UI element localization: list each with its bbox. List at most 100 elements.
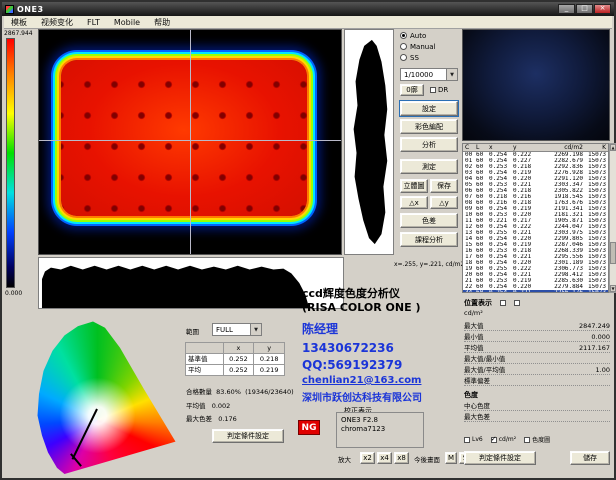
crosshair-vertical xyxy=(190,30,191,254)
cie-white-point xyxy=(30,320,180,474)
judge-condition-button-left[interactable]: 判定條件設定 xyxy=(212,429,284,443)
stat-row: 最大色差 xyxy=(464,411,610,422)
measurement-table-rows: 00600.2540.2222269.1981507301600.2540.22… xyxy=(463,152,608,293)
contour-button[interactable]: 0廓 xyxy=(400,84,424,96)
contact-qq: QQ:569192379 xyxy=(302,358,422,372)
stats-unit-label: cd/m² xyxy=(464,309,610,320)
position-option-checkbox-2[interactable] xyxy=(514,300,520,306)
calibration-box: ONE3 F2.8 chroma7123 xyxy=(336,412,424,448)
menu-item-video-change[interactable]: 视频变化 xyxy=(34,16,80,28)
table-header: C L x y cd/m2 K xyxy=(463,144,608,152)
camera-preview-image xyxy=(462,29,610,141)
position-option-checkbox-1[interactable] xyxy=(500,300,506,306)
cdm2-checkbox[interactable]: cd/m² xyxy=(491,436,516,443)
screen-m-button[interactable]: M xyxy=(445,452,457,464)
scroll-down-icon[interactable]: ▼ xyxy=(610,285,616,292)
horizontal-profile-panel xyxy=(38,257,344,309)
contact-email: chenlian21@163.com xyxy=(302,375,422,386)
contact-product-name: ccd辉度色度分析仪 xyxy=(302,285,422,301)
contact-phone: 13430672236 xyxy=(302,341,422,355)
color-scale-bar xyxy=(6,38,15,288)
reference-table: x y 基準值 0.252 0.218 平均 0.252 0.219 xyxy=(185,342,285,376)
table-row[interactable]: 34600.2540.2212256.17615073 xyxy=(463,290,608,293)
app-icon xyxy=(5,5,14,14)
colorbar-max-label: 2867.944 xyxy=(4,30,33,37)
judge-condition-button-right[interactable]: 判定條件設定 xyxy=(464,451,536,465)
solid-view-button[interactable]: 立體圖 xyxy=(400,179,428,193)
chevron-down-icon: ▼ xyxy=(250,324,261,335)
mean-line: 平均值 0.002 xyxy=(186,400,230,410)
close-button[interactable]: × xyxy=(594,4,611,14)
store-button[interactable]: 儲存 xyxy=(570,451,610,465)
contact-product-model: (RISA COLOR ONE ) xyxy=(302,301,422,314)
course-analysis-button[interactable]: 課程分析 xyxy=(400,232,458,247)
ref-col-y: y xyxy=(254,343,285,354)
stat-row: 中心色度 xyxy=(464,400,610,411)
dr-checkbox[interactable]: DR xyxy=(430,86,448,94)
chevron-down-icon: ▼ xyxy=(446,69,457,80)
ng-status-badge: NG xyxy=(298,420,320,435)
stat-row: 最小值0.000 xyxy=(464,331,610,342)
contact-overlay: ccd辉度色度分析仪 (RISA COLOR ONE ) 陈经理 1343067… xyxy=(302,285,422,404)
scrollbar-thumb[interactable] xyxy=(610,242,616,264)
avg-y-value: 0.219 xyxy=(254,365,285,376)
zoom-x8-button[interactable]: x8 xyxy=(394,452,409,464)
maximize-button[interactable]: □ xyxy=(576,4,593,14)
ref-x-value: 0.252 xyxy=(224,354,255,365)
lv6-checkbox[interactable]: Lv6 xyxy=(464,436,483,443)
horizontal-profile-plot xyxy=(39,258,343,308)
contact-company: 深圳市跃创达科技有限公司 xyxy=(302,389,422,404)
scroll-up-icon[interactable]: ▲ xyxy=(610,144,616,151)
table-scrollbar[interactable]: ▲ ▼ xyxy=(609,143,616,293)
stat-row: 標準偏差 xyxy=(464,375,610,386)
delta-x-button[interactable]: △x xyxy=(400,196,428,209)
menu-bar: 模板 视频变化 FLT Mobile 帮助 xyxy=(4,16,612,29)
crosshair-horizontal xyxy=(39,140,341,141)
radio-auto-dot xyxy=(400,32,407,39)
stats-list: 最大值2847.249最小值0.000平均值2117.167最大值/最小值最大值… xyxy=(464,320,610,386)
minimize-button[interactable]: _ xyxy=(558,4,575,14)
scale-dropdown[interactable]: 1/10000 ▼ xyxy=(400,68,458,81)
colorbar-min-label: 0.000 xyxy=(5,290,22,297)
stat-row: 平均值2117.167 xyxy=(464,342,610,353)
chroma-stats-list: 中心色度最大色差 xyxy=(464,400,610,422)
stat-row: 最大值2847.249 xyxy=(464,320,610,331)
delta-y-button[interactable]: △y xyxy=(430,196,458,209)
window-title: ONE3 xyxy=(17,5,44,14)
zoom-x2-button[interactable]: x2 xyxy=(360,452,375,464)
analyze-button[interactable]: 分析 xyxy=(400,137,458,152)
chroma-map-checkbox[interactable]: 色度圖 xyxy=(524,435,550,444)
ref-col-x: x xyxy=(224,343,255,354)
menu-item-help[interactable]: 帮助 xyxy=(147,16,177,28)
save-view-button[interactable]: 保存 xyxy=(430,179,458,193)
thermal-image-view[interactable] xyxy=(38,29,342,255)
maxdiff-value: 0.176 xyxy=(218,415,237,423)
ref-y-value: 0.218 xyxy=(254,354,285,365)
vertical-profile-panel xyxy=(344,29,394,255)
pass-percent: 83.60% xyxy=(216,388,241,396)
measure-button[interactable]: 測定 xyxy=(400,159,458,174)
screen-mode-label: 今後畫面 xyxy=(414,454,440,464)
pass-detail: (19346/23640) xyxy=(245,388,294,396)
title-bar: ONE3 _ □ × xyxy=(2,2,614,16)
set-button[interactable]: 設定 xyxy=(400,101,458,116)
color-diff-button[interactable]: 色差 xyxy=(400,213,458,228)
app-window: ONE3 _ □ × 模板 视频变化 FLT Mobile 帮助 2867.94… xyxy=(0,0,616,480)
pass-count-line: 合格數量 83.60% (19346/23640) xyxy=(186,386,294,396)
menu-item-flt[interactable]: FLT xyxy=(80,16,107,28)
range-dropdown[interactable]: FULL ▼ xyxy=(212,323,262,336)
radio-auto[interactable]: Auto xyxy=(400,30,458,41)
chroma-section-label: 色度 xyxy=(464,390,610,400)
radio-manual[interactable]: Manual xyxy=(400,41,458,52)
zoom-x4-button[interactable]: x4 xyxy=(377,452,392,464)
mode-radio-group: Auto Manual SS xyxy=(400,30,458,63)
calibration-line2: chroma7123 xyxy=(341,425,419,434)
maxdiff-line: 最大色差 0.176 xyxy=(186,413,237,423)
radio-ss[interactable]: SS xyxy=(400,52,458,63)
menu-item-template[interactable]: 模板 xyxy=(4,16,34,28)
menu-item-mobile[interactable]: Mobile xyxy=(107,16,147,28)
position-display-label: 位置表示 xyxy=(464,298,492,308)
avg-x-value: 0.252 xyxy=(224,365,255,376)
palette-button[interactable]: 彩色編配 xyxy=(400,119,458,134)
measurement-table: C L x y cd/m2 K 00600.2540.2222269.19815… xyxy=(462,143,609,293)
